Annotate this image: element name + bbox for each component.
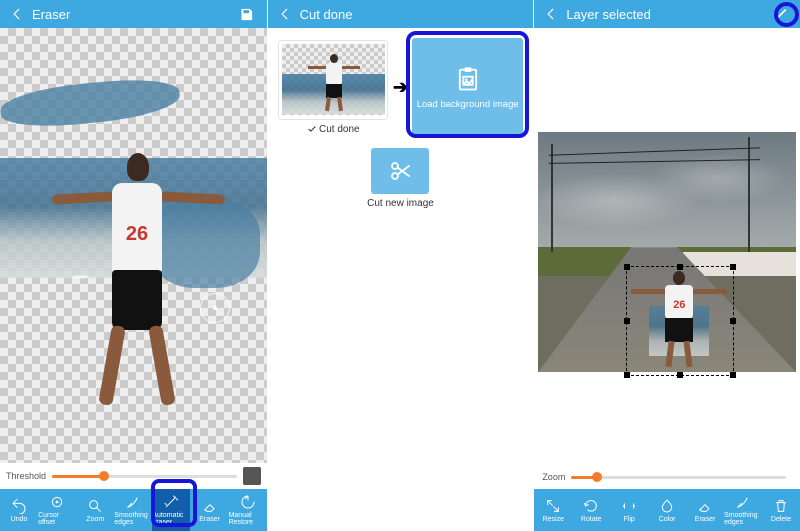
panel-cut-done: Cut done Cut done ➔ — [267, 0, 534, 531]
flip-icon — [621, 498, 637, 514]
cut-new-label: Cut new image — [367, 198, 434, 209]
check-icon — [772, 6, 788, 22]
topbar: Layer selected — [534, 0, 800, 28]
zoom-icon — [87, 498, 103, 514]
automatic-eraser-tool[interactable]: Automatic eraser — [152, 489, 190, 531]
tool-label: Undo — [11, 516, 28, 523]
threshold-slider[interactable] — [52, 475, 237, 478]
page-title: Cut done — [300, 7, 526, 22]
manual-restore-tool[interactable]: Manual Restore — [229, 489, 267, 531]
jersey-number: 26 — [112, 223, 162, 246]
arrow-left-icon — [544, 7, 558, 21]
color-icon — [659, 498, 675, 514]
preview-thumbnail[interactable] — [243, 467, 261, 485]
undo-icon — [11, 498, 27, 514]
cut-done-caption: Cut done — [307, 124, 360, 135]
cut-new-block: Cut new image — [355, 148, 445, 209]
tool-label: Manual Restore — [229, 512, 267, 526]
tool-label: Flip — [624, 516, 635, 523]
load-bg-label: Load background image — [417, 99, 519, 110]
tool-label: Cursor offset — [38, 512, 76, 526]
tool-label: Zoom — [86, 516, 104, 523]
cut-result-card[interactable]: Cut done — [278, 40, 389, 135]
arrow-left-icon — [10, 7, 24, 21]
eraser-tool[interactable]: Eraser — [686, 489, 724, 531]
trash-icon — [773, 498, 789, 514]
layer-selection-box[interactable] — [626, 266, 734, 376]
feather-icon — [735, 494, 751, 510]
resize-tool[interactable]: Resize — [534, 489, 572, 531]
back-button[interactable] — [276, 5, 294, 23]
back-button[interactable] — [542, 5, 560, 23]
save-icon — [239, 7, 254, 22]
tool-label: Rotate — [581, 516, 602, 523]
scissors-icon — [388, 159, 412, 183]
subject-person: 26 — [32, 88, 232, 438]
panel-eraser: Eraser 26 Threshold Undo — [0, 0, 267, 531]
rotate-tool[interactable]: Rotate — [572, 489, 610, 531]
zoom-bar: Zoom — [534, 465, 800, 489]
tool-bar: Resize Rotate Flip Color Eraser Smoothin… — [534, 489, 800, 531]
page-title: Eraser — [32, 7, 235, 22]
flip-tool[interactable]: Flip — [610, 489, 648, 531]
panel-layer-selected: Layer selected Zoom — [533, 0, 800, 531]
threshold-label: Threshold — [6, 471, 46, 481]
layer-content — [649, 271, 709, 371]
undo-tool[interactable]: Undo — [0, 489, 38, 531]
tool-label: Color — [659, 516, 676, 523]
resize-icon — [545, 498, 561, 514]
eraser-cursor — [200, 293, 230, 323]
clipboard-image-icon — [454, 65, 482, 93]
page-title: Layer selected — [566, 7, 768, 22]
confirm-button[interactable] — [768, 2, 792, 26]
delete-tool[interactable]: Delete — [762, 489, 800, 531]
arrow-left-icon — [278, 7, 292, 21]
topbar: Eraser — [0, 0, 267, 28]
tool-label: Eraser — [199, 516, 220, 523]
tool-label: Delete — [771, 516, 791, 523]
eraser-canvas[interactable]: 26 — [0, 28, 267, 463]
smoothing-edges-tool[interactable]: Smoothing edges — [114, 489, 152, 531]
tool-bar: Undo Cursor offset Zoom Smoothing edges … — [0, 489, 267, 531]
rotate-icon — [583, 498, 599, 514]
cursor-offset-tool[interactable]: Cursor offset — [38, 489, 76, 531]
back-button[interactable] — [8, 5, 26, 23]
cut-result-thumb — [278, 40, 388, 120]
zoom-slider[interactable] — [571, 476, 786, 479]
arrow-right-icon: ➔ — [393, 77, 408, 98]
restore-icon — [240, 494, 256, 510]
cut-done-body: Cut done ➔ Load background image Cut new… — [268, 28, 534, 531]
target-icon — [49, 494, 65, 510]
save-button[interactable] — [235, 2, 259, 26]
cut-new-image-button[interactable] — [371, 148, 429, 194]
tool-label: Eraser — [695, 516, 716, 523]
eraser-icon — [202, 498, 218, 514]
zoom-tool[interactable]: Zoom — [76, 489, 114, 531]
tool-label: Smoothing edges — [114, 512, 152, 526]
feather-icon — [125, 494, 141, 510]
smoothing-edges-tool[interactable]: Smoothing edges — [724, 489, 762, 531]
tool-label: Resize — [543, 516, 564, 523]
color-tool[interactable]: Color — [648, 489, 686, 531]
tool-label: Automatic eraser — [152, 512, 190, 526]
wand-icon — [163, 494, 179, 510]
eraser-tool[interactable]: Eraser — [190, 489, 228, 531]
topbar: Cut done — [268, 0, 534, 28]
compositor-canvas[interactable] — [534, 28, 800, 465]
threshold-bar: Threshold — [0, 463, 267, 489]
zoom-label: Zoom — [542, 472, 565, 482]
check-icon — [307, 124, 317, 134]
tool-label: Smoothing edges — [724, 512, 762, 526]
load-background-button[interactable]: Load background image — [412, 38, 523, 136]
eraser-icon — [697, 498, 713, 514]
